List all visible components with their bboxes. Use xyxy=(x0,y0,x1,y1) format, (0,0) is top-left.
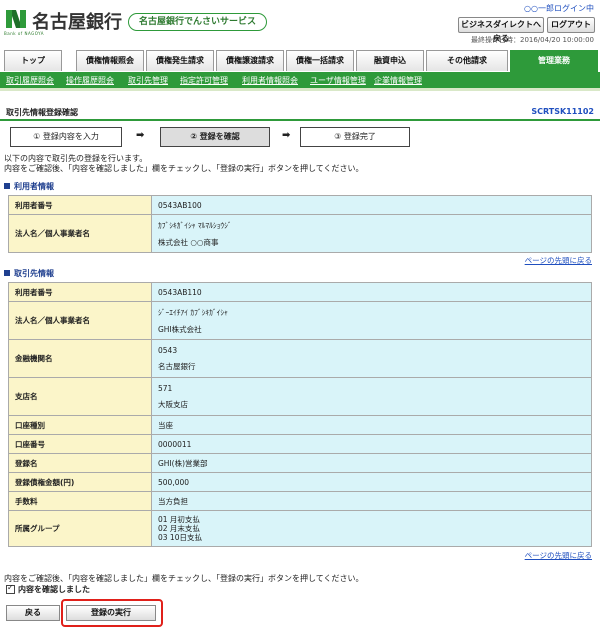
last-operation-time: 最終操作日時：2016/04/20 10:00:00 xyxy=(470,36,594,44)
table-row: 支店名 571 大阪支店 xyxy=(8,377,592,416)
table-row: 登録債権金額(円) 500,000 xyxy=(8,472,592,492)
return-bizdirect-button[interactable]: ビジネスダイレクトへ戻る xyxy=(458,17,544,43)
tab-bulk-request[interactable]: 債権一括請求 xyxy=(286,50,354,71)
tab-credit-inquiry[interactable]: 債権情報照会 xyxy=(76,50,144,71)
confirm-checkbox-label: 内容を確認しました xyxy=(18,585,90,594)
confirm-checkbox-row[interactable]: 内容を確認しました xyxy=(6,583,90,595)
table-row: 口座種別 当座 xyxy=(8,415,592,435)
instruction-text: 以下の内容で取引先の登録を行います。 内容をご確認後、「内容を確認しました」欄を… xyxy=(4,154,364,173)
bottom-instruction: 内容をご確認後、「内容を確認しました」欄をチェックし、「登録の実行」ボタンを押し… xyxy=(4,574,364,583)
square-bullet-icon xyxy=(4,183,10,189)
back-to-top-link[interactable]: ページの先頭に戻る xyxy=(525,550,592,561)
tab-credit-issue[interactable]: 債権発生請求 xyxy=(146,50,214,71)
square-bullet-icon xyxy=(4,270,10,276)
partner-info-table: 利用者番号 0543AB110 法人名／個人事業者名 ｼﾞｰｴｲﾁｱｲ ｶﾌﾞｼ… xyxy=(8,282,592,547)
subnav-operation-history[interactable]: 操作履歴照会 xyxy=(66,75,114,86)
sub-navigation: 取引履歴照会 操作履歴照会 取引先管理 指定許可管理 利用者情報照会 ユーザ情報… xyxy=(0,72,600,88)
table-row: 所属グループ 01 月初支払 02 月末支払 03 10日支払 xyxy=(8,510,592,547)
confirm-checkbox[interactable] xyxy=(6,583,15,594)
tab-loan-application[interactable]: 融資申込 xyxy=(356,50,424,71)
user-status: ○○一郎ログイン中 xyxy=(524,4,594,13)
bank-name: 名古屋銀行 xyxy=(32,12,122,33)
subnav-divider xyxy=(0,88,600,91)
tab-credit-transfer[interactable]: 債権譲渡請求 xyxy=(216,50,284,71)
table-row: 利用者番号 0543AB110 xyxy=(8,282,592,302)
user-info-table: 利用者番号 0543AB100 法人名／個人事業者名 ｶﾌﾞｼｷｶﾞｲｼｬ ﾏﾙ… xyxy=(8,195,592,253)
step-arrow-icon: ➡ xyxy=(282,130,291,141)
tab-admin[interactable]: 管理業務 xyxy=(510,50,598,73)
logout-button[interactable]: ログアウト xyxy=(547,17,595,33)
table-row: 法人名／個人事業者名 ｶﾌﾞｼｷｶﾞｲｼｬ ﾏﾙﾏﾙｼｮｳｼﾞ 株式会社 ○○商… xyxy=(8,214,592,253)
back-to-top-link[interactable]: ページの先頭に戻る xyxy=(525,255,592,266)
subnav-partner-management[interactable]: 取引先管理 xyxy=(128,75,168,86)
table-row: 法人名／個人事業者名 ｼﾞｰｴｲﾁｱｲ ｶﾌﾞｼｷｶﾞｲｼｬ GHI株式会社 xyxy=(8,301,592,340)
header: Bank of NAGOYA 名古屋銀行 名古屋銀行でんさいサービス ○○一郎ロ… xyxy=(0,0,600,48)
step-complete: ③ 登録完了 xyxy=(300,127,410,147)
subnav-user-info-management[interactable]: ユーザ情報管理 xyxy=(310,75,366,86)
step-input: ① 登録内容を入力 xyxy=(10,127,122,147)
table-row: 手数料 当方負担 xyxy=(8,491,592,511)
subnav-permission-management[interactable]: 指定許可管理 xyxy=(180,75,228,86)
subnav-transaction-history[interactable]: 取引履歴照会 xyxy=(6,75,54,86)
tab-top[interactable]: トップ xyxy=(4,50,62,71)
step-confirm: ② 登録を確認 xyxy=(160,127,270,147)
table-row: 登録名 GHI(株)営業部 xyxy=(8,453,592,473)
tab-other-request[interactable]: その他請求 xyxy=(426,50,508,71)
service-name-badge: 名古屋銀行でんさいサービス xyxy=(128,13,268,31)
subnav-company-info-management[interactable]: 企業情報管理 xyxy=(374,75,422,86)
table-row: 金融機関名 0543 名古屋銀行 xyxy=(8,339,592,378)
bank-logo-icon xyxy=(6,10,26,28)
user-info-heading: 利用者情報 xyxy=(4,181,54,192)
main-tabs: トップ 債権情報照会 債権発生請求 債権譲渡請求 債権一括請求 融資申込 その他… xyxy=(4,50,598,73)
table-row: 口座番号 0000011 xyxy=(8,434,592,454)
screen-id: SCRTSK11102 xyxy=(531,107,594,116)
subnav-user-info-inquiry[interactable]: 利用者情報照会 xyxy=(242,75,298,86)
page-title-bar: 取引先情報登録確認 SCRTSK11102 xyxy=(0,107,600,121)
execute-button-highlight xyxy=(61,599,163,627)
partner-info-heading: 取引先情報 xyxy=(4,268,54,279)
table-row: 利用者番号 0543AB100 xyxy=(8,195,592,215)
page-title: 取引先情報登録確認 xyxy=(6,108,78,117)
step-arrow-icon: ➡ xyxy=(136,130,145,141)
back-button[interactable]: 戻る xyxy=(6,605,60,621)
